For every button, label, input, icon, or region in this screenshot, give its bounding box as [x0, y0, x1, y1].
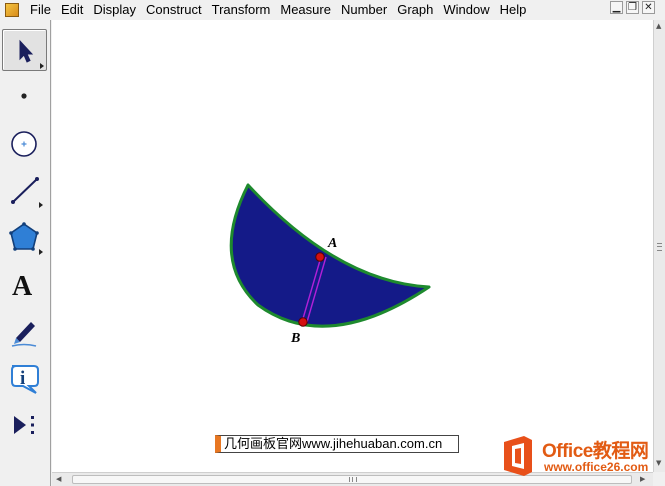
pentagon-icon	[9, 222, 43, 255]
menu-measure[interactable]: Measure	[275, 0, 336, 19]
menu-construct[interactable]: Construct	[141, 0, 207, 19]
line-segment-icon	[11, 177, 43, 208]
vertical-scroll-grip[interactable]	[657, 243, 662, 251]
minimize-icon[interactable]: ▁	[610, 1, 623, 14]
polygon-tool[interactable]	[2, 216, 47, 258]
menu-display[interactable]: Display	[88, 0, 141, 19]
close-icon[interactable]: ✕	[642, 1, 655, 14]
menu-help[interactable]: Help	[495, 0, 532, 19]
app-icon[interactable]	[5, 2, 19, 17]
scroll-left-icon[interactable]: ◀	[56, 476, 61, 483]
point-b[interactable]	[298, 317, 308, 327]
menu-number[interactable]: Number	[336, 0, 392, 19]
menu-window[interactable]: Window	[438, 0, 494, 19]
restore-icon[interactable]: ❐	[626, 1, 639, 14]
marker-pen-icon	[11, 322, 37, 347]
site-watermark: 几何画板官网www.jihehuaban.com.cn	[215, 435, 459, 453]
circle-compass-icon	[11, 131, 37, 157]
horizontal-scrollbar[interactable]: ◀ ▶	[52, 472, 653, 486]
custom-tool[interactable]	[2, 404, 47, 446]
menu-graph[interactable]: Graph	[392, 0, 438, 19]
arrow-select-icon	[19, 39, 44, 69]
horizontal-scroll-thumb[interactable]	[72, 475, 632, 484]
scroll-right-icon[interactable]: ▶	[640, 476, 645, 483]
menu-bar: File Edit Display Construct Transform Me…	[0, 0, 665, 19]
point-tool[interactable]	[2, 75, 47, 117]
compass-tool[interactable]	[2, 122, 47, 164]
scroll-down-icon[interactable]: ▼	[656, 460, 661, 467]
point-a-label[interactable]: A	[327, 236, 337, 251]
text-tool[interactable]: A	[2, 263, 47, 305]
vertical-scrollbar[interactable]: ▲ ▼	[653, 20, 665, 472]
info-icon: i	[11, 365, 39, 394]
scroll-up-icon[interactable]: ▲	[656, 23, 661, 30]
office-brand-url: www.office26.com	[544, 460, 649, 474]
menu-edit[interactable]: Edit	[56, 0, 88, 19]
svg-text:A: A	[12, 271, 33, 302]
arrow-tool[interactable]	[2, 29, 47, 71]
custom-tool-icon	[14, 416, 34, 434]
toolbox: A i	[0, 20, 51, 486]
sketch-canvas[interactable]: A B	[52, 20, 653, 472]
menu-transform[interactable]: Transform	[207, 0, 276, 19]
straightedge-tool[interactable]	[2, 169, 47, 211]
office-logo-icon	[504, 436, 532, 476]
window-controls: ▁ ❐ ✕	[610, 1, 655, 14]
office-brand-name: Office教程网	[542, 441, 649, 462]
horizontal-scroll-grip	[349, 477, 357, 482]
text-a-icon: A	[12, 271, 33, 302]
marker-tool[interactable]	[2, 310, 47, 352]
point-a[interactable]	[315, 252, 325, 262]
crescent-shape[interactable]	[229, 183, 431, 328]
svg-text:i: i	[20, 368, 25, 389]
point-b-label[interactable]: B	[290, 331, 300, 346]
point-icon	[21, 93, 27, 99]
menu-file[interactable]: File	[25, 0, 56, 19]
sketch-drawing: A B	[229, 183, 431, 346]
information-tool[interactable]: i	[2, 357, 47, 399]
